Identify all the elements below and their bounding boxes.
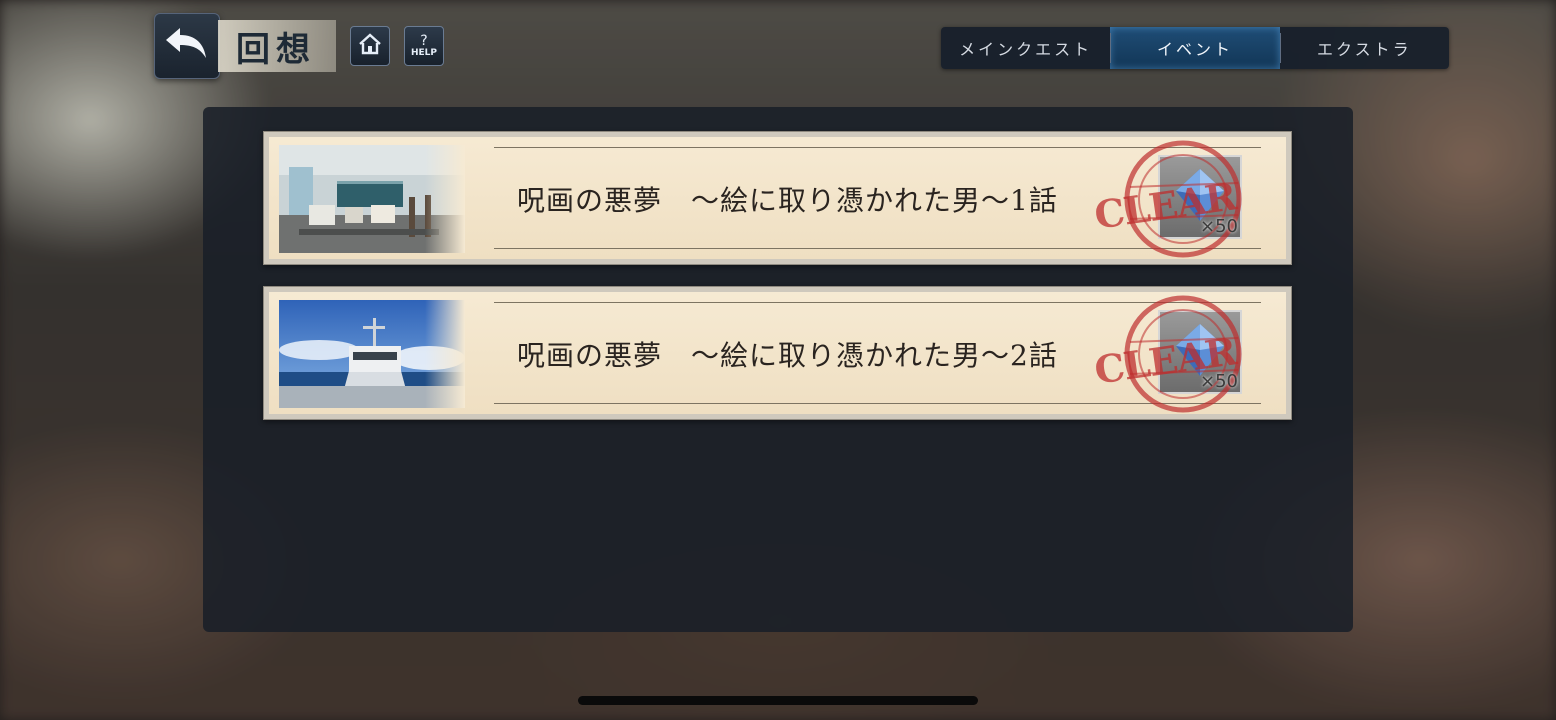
episode-entry[interactable]: 呪画の悪夢 ～絵に取り憑かれた男～2話 CLEAR ×50 (263, 286, 1292, 420)
episode-thumbnail-ship-deck (279, 300, 465, 408)
tab-extra[interactable]: エクストラ (1279, 27, 1449, 69)
tab-event[interactable]: イベント (1110, 27, 1280, 69)
episode-thumbnail-classroom (279, 145, 465, 253)
home-button[interactable] (350, 26, 390, 66)
category-tabs: メインクエスト イベント エクストラ (941, 27, 1449, 69)
page-title: 回想 (218, 20, 336, 72)
reward-count: ×50 (1200, 371, 1238, 392)
episode-title: 呪画の悪夢 ～絵に取り憑かれた男～2話 (517, 339, 1058, 372)
tab-main-quest[interactable]: メインクエスト (941, 27, 1110, 69)
reward-count: ×50 (1200, 216, 1238, 237)
home-indicator-bar[interactable] (578, 696, 978, 705)
help-button[interactable]: ? HELP (404, 26, 444, 66)
help-label: HELP (410, 48, 437, 58)
episode-title: 呪画の悪夢 ～絵に取り憑かれた男～1話 (517, 184, 1058, 217)
back-arrow-icon (164, 26, 210, 66)
back-button[interactable] (154, 13, 220, 79)
home-icon (357, 32, 383, 60)
help-icon: ? (420, 33, 428, 49)
episode-entry[interactable]: 呪画の悪夢 ～絵に取り憑かれた男～1話 CLEAR ×50 (263, 131, 1292, 265)
